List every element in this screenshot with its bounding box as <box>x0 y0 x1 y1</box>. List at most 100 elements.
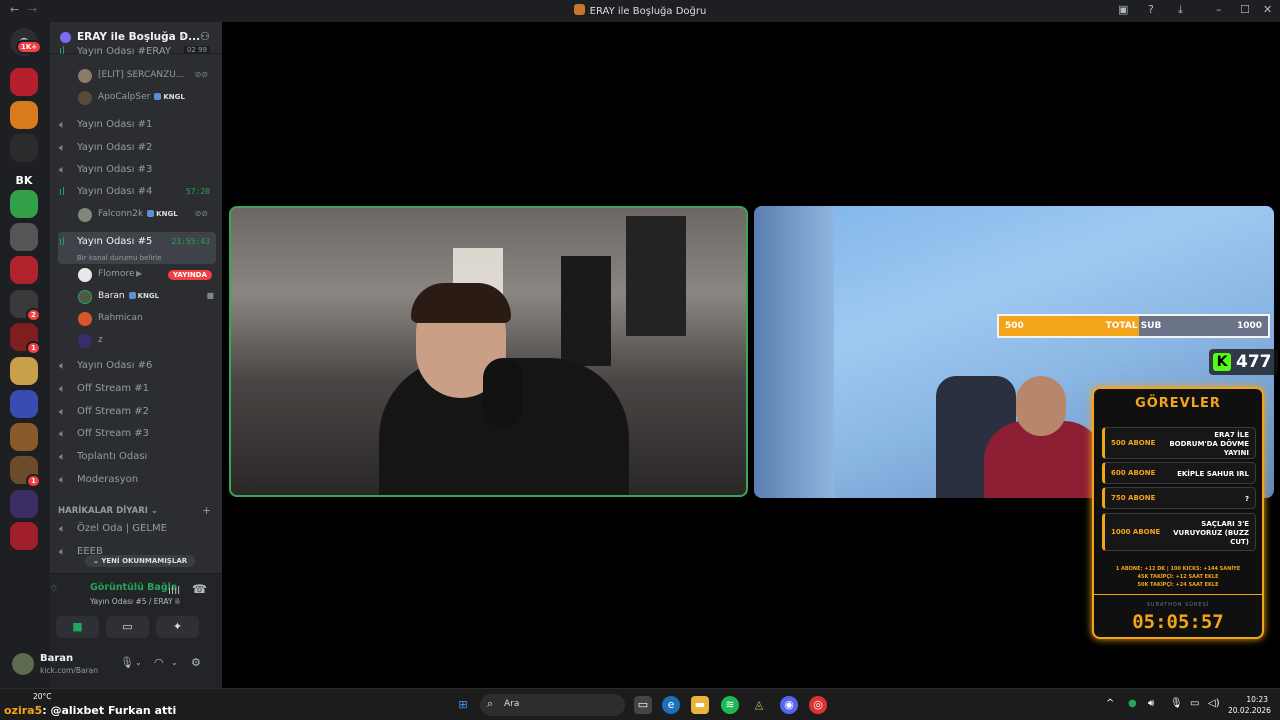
server-icon[interactable] <box>10 423 38 451</box>
channel-yayin-eray[interactable]: ıl Yayın Odası #ERAY 02 99 <box>58 46 216 60</box>
task-description: SAÇLARI 3'E VURUYORUZ (BUZZ CUT) <box>1173 520 1249 546</box>
role-tag: KNGL <box>147 210 178 218</box>
voice-user[interactable]: z <box>78 331 218 351</box>
volume-icon[interactable]: ◁) <box>1208 698 1220 709</box>
voice-channel[interactable]: 🔈︎ Yayın Odası #3 <box>58 160 216 180</box>
server-icon[interactable] <box>10 390 38 418</box>
server-icon[interactable] <box>10 256 38 284</box>
status-dot-icon[interactable]: ● <box>1128 698 1137 709</box>
microphone-tray-icon[interactable]: 🎙︎ <box>1170 698 1183 709</box>
speaker-icon: 🔈︎ <box>59 473 66 486</box>
download-icon[interactable]: ⤓ <box>1178 3 1183 17</box>
voice-channel[interactable]: 🔈︎ Yayın Odası #1 <box>58 115 216 135</box>
speaker-icon[interactable]: 🔊︎ <box>1148 698 1154 709</box>
taskbar-clock[interactable]: 10:23 20.02.2026 <box>1228 694 1271 716</box>
camera-button[interactable]: ■ <box>56 616 99 638</box>
minimize-icon[interactable]: – <box>1216 3 1222 16</box>
voice-user-streaming[interactable]: Flomore YAYINDA ▶ <box>78 265 218 285</box>
voice-channel[interactable]: 🔈︎ Moderasyon <box>58 470 216 490</box>
category-header[interactable]: HARİKALAR DİYARI ⌄ <box>58 506 158 516</box>
task-description: ? <box>1244 494 1249 503</box>
connection-location[interactable]: Yayın Odası #5 / ERAY ile Boşlu... <box>90 597 180 606</box>
start-button[interactable]: ⊞ <box>454 696 472 714</box>
timer-label: SUBATHON SÜRESİ <box>1146 602 1210 608</box>
stream-chat-ticker: ozira5: @alixbet Furkan atti <box>4 704 177 717</box>
voice-channel[interactable]: 🔈︎ Yayın Odası #2 <box>58 138 216 158</box>
user-limit: 02 99 <box>183 46 210 54</box>
screen-share-button[interactable]: ▭ <box>106 616 149 638</box>
settings-gear-icon[interactable]: ⚙ <box>191 656 201 669</box>
voice-channel[interactable]: 🔈︎ Yayın Odası #6 <box>58 356 216 376</box>
tv <box>561 256 611 366</box>
server-icon[interactable] <box>10 357 38 385</box>
chevron-down-icon[interactable]: ⌄ <box>171 658 178 667</box>
speaker-icon: 🔈︎ <box>59 118 66 131</box>
windows-taskbar: 20°C ozira5: @alixbet Furkan atti ⊞ ⌕ Ar… <box>0 688 1280 720</box>
unread-pill[interactable]: ⌄ YENİ OKUNMAMIŞLAR <box>85 555 196 567</box>
user-panel: Baran kick.com/Baran 🎙︎ ⌄ ◠ ⌄ ⚙ <box>12 641 222 688</box>
tray-overflow-icon[interactable]: ^ <box>1106 698 1114 709</box>
role-tag: KNGL <box>154 93 185 101</box>
task-view-icon[interactable]: ▭ <box>634 696 652 714</box>
user-name: Baran <box>40 653 74 664</box>
voice-user[interactable]: [ELIT] SERCANZU... ⊘⊘ <box>78 66 218 86</box>
voice-user[interactable]: Rahmican <box>78 309 218 329</box>
display-icon[interactable]: ▭ <box>1190 698 1199 709</box>
user-avatar[interactable] <box>12 653 34 675</box>
server-icon[interactable] <box>10 490 38 518</box>
speaker-icon: 🔈︎ <box>59 359 66 372</box>
microphone-icon[interactable]: 🎙︎ <box>120 656 134 669</box>
inbox-icon[interactable]: ▣ <box>1118 3 1128 16</box>
voice-user[interactable]: Falconn2k KNGL ⊘⊘ <box>78 205 218 225</box>
add-channel-icon[interactable]: + <box>202 504 211 517</box>
microphone <box>483 358 523 428</box>
server-icon[interactable] <box>10 68 38 96</box>
edge-icon[interactable]: e <box>662 696 680 714</box>
server-icon[interactable] <box>10 134 38 162</box>
avatar <box>78 334 92 348</box>
server-icon[interactable] <box>10 522 38 550</box>
curtain <box>754 206 834 498</box>
server-icon[interactable] <box>10 101 38 129</box>
invite-icon[interactable]: ⚇ <box>200 30 210 43</box>
taskbar-search[interactable]: ⌕ Ara <box>480 694 625 716</box>
activities-button[interactable]: ✦ <box>156 616 199 638</box>
spotify-icon[interactable]: ≋ <box>721 696 739 714</box>
channel-status[interactable]: Bir kanal durumu belirle <box>77 254 161 262</box>
noise-suppression-icon[interactable]: ılıl <box>168 584 180 597</box>
server-rail: ◉ 1K+ BK211 <box>0 22 50 688</box>
close-icon[interactable]: ✕ <box>1263 3 1272 16</box>
voice-user[interactable]: ApoCalpSer KNGL <box>78 88 218 108</box>
voice-channel[interactable]: 🔈︎ Off Stream #1 <box>58 379 216 399</box>
task-goal: 500 ABONE <box>1111 439 1156 447</box>
server-icon[interactable] <box>10 223 38 251</box>
voice-user[interactable]: Baran KNGL ■ <box>78 287 218 307</box>
avatar <box>78 312 92 326</box>
signal-icon[interactable]: ⌔ <box>49 583 58 596</box>
task-item: 1000 ABONE SAÇLARI 3'E VURUYORUZ (BUZZ CU… <box>1102 513 1256 551</box>
voice-channel[interactable]: 🔈︎ Off Stream #3 <box>58 424 216 444</box>
avatar <box>78 91 92 105</box>
disconnect-icon[interactable]: ☎ <box>192 582 207 596</box>
video-tile-baran[interactable] <box>229 206 748 497</box>
discord-taskbar-icon[interactable]: ◉ <box>780 696 798 714</box>
help-icon[interactable]: ? <box>1148 3 1154 16</box>
file-explorer-icon[interactable]: ▬ <box>691 696 709 714</box>
maximize-icon[interactable]: ☐ <box>1240 3 1250 16</box>
channel-yayin-4[interactable]: ıl Yayın Odası #4 57:20 <box>58 182 216 202</box>
voice-channel[interactable]: 🔈︎ Toplantı Odası <box>58 447 216 467</box>
weather-widget[interactable]: 20°C <box>33 692 52 701</box>
voice-channel[interactable]: 🔈︎ Özel Oda | GELME <box>58 519 216 539</box>
app-icon[interactable]: ◬ <box>750 696 768 714</box>
chevron-down-icon[interactable]: ⌄ <box>135 658 142 667</box>
connection-status[interactable]: Görüntülü Bağlantı Kuruldu <box>90 582 178 593</box>
server-badge: 1 <box>26 474 41 488</box>
person-hair <box>411 283 511 323</box>
window-title: ERAY ile Boşluğa Doğru <box>589 6 707 17</box>
voice-channel[interactable]: 🔈︎ Off Stream #2 <box>58 402 216 422</box>
headphones-icon[interactable]: ◠ <box>154 656 164 669</box>
server-icon[interactable] <box>10 190 38 218</box>
browser-icon[interactable]: ◎ <box>809 696 827 714</box>
chevron-down-icon[interactable]: ⌄ <box>178 30 186 41</box>
kick-counter: K 477 <box>1209 349 1278 375</box>
